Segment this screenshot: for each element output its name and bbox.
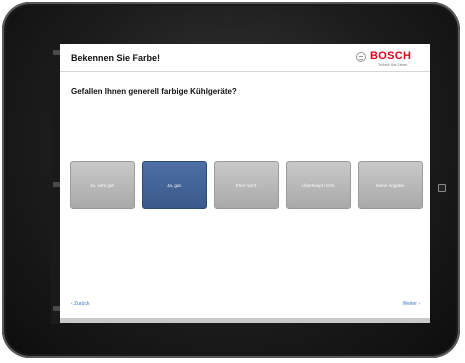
back-link[interactable]: ‹ Zurück (71, 301, 89, 307)
option-keine-angabe[interactable]: Keine Angabe. (358, 161, 423, 209)
strip-marker (53, 50, 60, 55)
option-ja-sehr-gut[interactable]: Ja, sehr gut. (70, 161, 135, 209)
bosch-armature-icon (356, 52, 366, 62)
brand-tagline: Technik fürs Leben (378, 63, 408, 67)
navigation-bar: ‹ Zurück Weiter › (60, 296, 430, 323)
question-text: Gefallen Ihnen generell farbige Kühlgerä… (71, 87, 237, 96)
brand-name: BOSCH (370, 50, 412, 62)
survey-screen: Bekennen Sie Farbe! BOSCH Technik fürs L… (60, 44, 430, 323)
footer-strip (60, 318, 430, 323)
home-button[interactable] (438, 184, 446, 192)
header-bar: Bekennen Sie Farbe! BOSCH Technik fürs L… (60, 44, 430, 72)
next-link[interactable]: Weiter › (403, 301, 420, 307)
option-ueberhaupt-nicht[interactable]: Überhaupt nicht. (286, 161, 351, 209)
strip-marker (53, 182, 60, 187)
answer-options: Ja, sehr gut. Ja, gut. Eher nicht. Überh… (70, 161, 423, 209)
strip-marker (53, 306, 60, 311)
page-title: Bekennen Sie Farbe! (71, 53, 161, 63)
brand-logo-block: BOSCH Technik fürs Leben (352, 49, 422, 69)
option-eher-nicht[interactable]: Eher nicht. (214, 161, 279, 209)
option-ja-gut[interactable]: Ja, gut. (142, 161, 207, 209)
